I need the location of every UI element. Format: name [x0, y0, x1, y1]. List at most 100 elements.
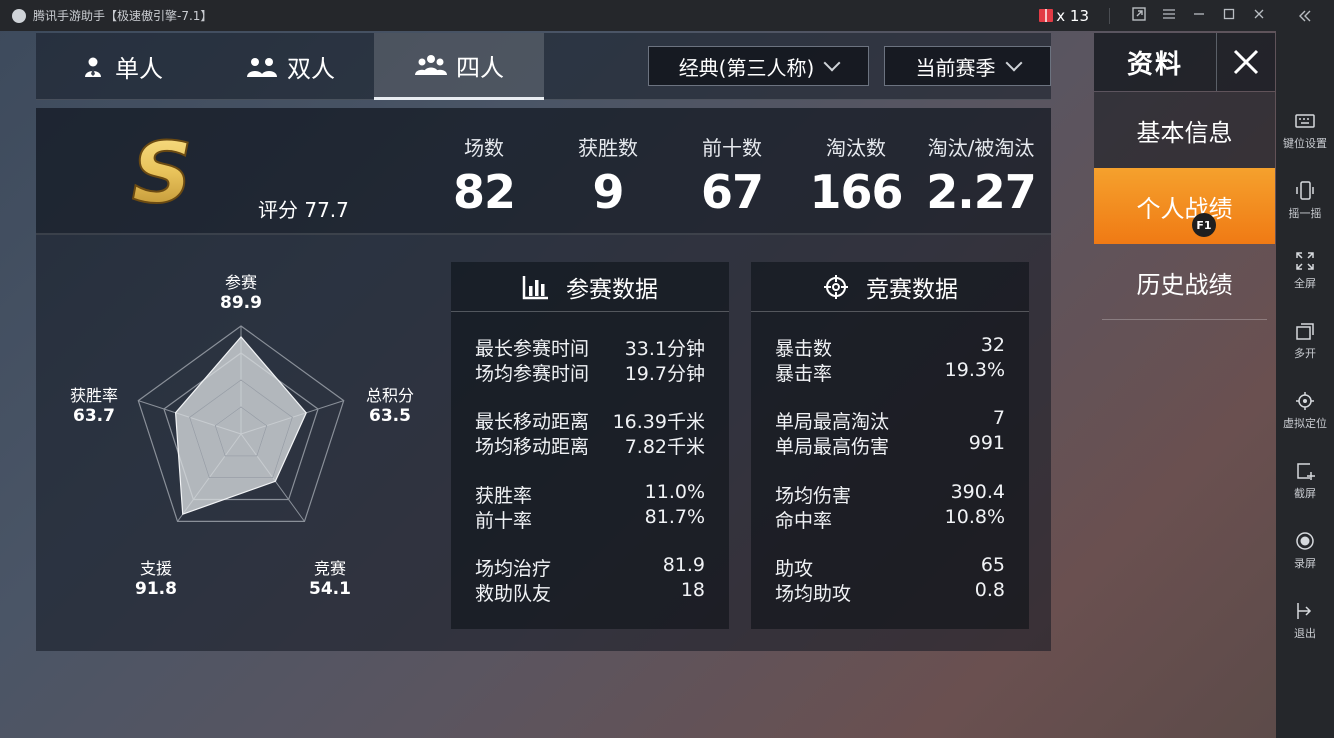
- row-value: 81.7%: [644, 506, 705, 528]
- stat-kills: 淘汰数 166: [791, 132, 921, 219]
- radar-axis-value: 54.1: [309, 579, 351, 599]
- gift-icon: [1039, 9, 1054, 22]
- close-window-button[interactable]: [1244, 8, 1274, 24]
- bar-chart-icon: [522, 275, 548, 299]
- stat-row: 命中率 10.8%: [775, 506, 1005, 533]
- stat-top10: 前十数 67: [667, 132, 797, 219]
- radar-axis-name: 竞赛: [313, 559, 346, 578]
- rating-score: 评分 77.7: [258, 198, 349, 222]
- menu-icon: [1163, 8, 1175, 19]
- stat-row: 最长参赛时间 33.1分钟: [475, 334, 705, 361]
- profile-panel: 资料 基本信息 个人战绩 F1 历史战绩: [1094, 33, 1275, 738]
- sidebar-label: 录屏: [1294, 557, 1316, 570]
- mode-select[interactable]: 经典(第三人称): [648, 46, 869, 86]
- nav-personal-record[interactable]: 个人战绩 F1: [1094, 168, 1275, 244]
- row-label: 场均伤害: [775, 485, 852, 507]
- tab-duo[interactable]: 双人: [206, 33, 374, 100]
- nav-history-record[interactable]: 历史战绩: [1094, 244, 1275, 320]
- sidebar-exit-button[interactable]: 退出: [1276, 600, 1334, 641]
- stat-value: 82: [452, 165, 516, 219]
- radar-label-combat: 竞赛 54.1: [285, 555, 375, 599]
- window-title: 腾讯手游助手【极速傲引擎-7.1】: [33, 9, 213, 23]
- row-value: 16.39千米: [612, 411, 705, 433]
- row-label: 最长参赛时间: [475, 338, 590, 360]
- stat-wins: 获胜数 9: [543, 132, 673, 219]
- stat-row: 场均治疗 81.9: [475, 554, 705, 581]
- season-select[interactable]: 当前赛季: [884, 46, 1051, 86]
- row-value: 7: [992, 407, 1005, 429]
- sidebar-label: 全屏: [1294, 277, 1316, 290]
- profile-panel-header: 资料: [1094, 33, 1275, 91]
- radar-axis-name: 获胜率: [69, 386, 118, 405]
- stat-row: 助攻 65: [775, 554, 1005, 581]
- menu-button[interactable]: [1154, 8, 1184, 24]
- row-value: 390.4: [950, 481, 1005, 503]
- sidebar-label: 摇一摇: [1288, 207, 1322, 220]
- nav-basic-info[interactable]: 基本信息: [1094, 92, 1275, 168]
- sidebar-multi-instance-button[interactable]: 多开: [1276, 320, 1334, 361]
- row-label: 暴击率: [775, 363, 833, 385]
- duo-icon: [247, 57, 277, 77]
- chevron-down-icon: [823, 54, 841, 72]
- stat-value: 166: [809, 165, 903, 219]
- mode-tabbar: 单人 双人 四人 经典(第三人称) 当前赛季: [36, 33, 1051, 100]
- close-icon: [1254, 9, 1264, 18]
- collapse-sidebar-button[interactable]: [1276, 0, 1334, 31]
- stat-value: 9: [592, 165, 624, 219]
- stat-kd-ratio: 淘汰/被淘汰 2.27: [916, 132, 1046, 219]
- radar-value-area: [174, 335, 307, 516]
- sidebar-location-button[interactable]: 虚拟定位: [1276, 390, 1334, 431]
- exit-icon: [1297, 603, 1312, 619]
- tab-label: 单人: [115, 55, 163, 83]
- sidebar-record-button[interactable]: 录屏: [1276, 530, 1334, 571]
- sidebar-shake-button[interactable]: 摇一摇: [1276, 180, 1334, 221]
- radar-label-total-score: 总积分 63.5: [345, 382, 435, 426]
- participation-panel-header: 参赛数据: [451, 262, 729, 312]
- stat-row: 获胜率 11.0%: [475, 481, 705, 508]
- sidebar-label: 多开: [1294, 347, 1316, 360]
- ability-radar: 参赛 89.9 总积分 63.5 竞赛 54.1 支援 91.8 获胜率 63.…: [36, 237, 446, 651]
- stat-label: 淘汰/被淘汰: [927, 136, 1035, 160]
- sidebar-label: 截屏: [1294, 487, 1316, 500]
- tab-squad[interactable]: 四人: [374, 33, 544, 100]
- keyboard-icon: [1295, 114, 1315, 128]
- combat-panel-header: 竞赛数据: [751, 262, 1029, 312]
- squad-icon: [415, 55, 447, 75]
- gift-count: x 13: [1056, 6, 1089, 25]
- rank-letter: S: [132, 130, 193, 214]
- location-icon: [1296, 392, 1314, 410]
- row-label: 救助队友: [475, 583, 552, 605]
- stat-row: 场均伤害 390.4: [775, 481, 1005, 508]
- row-value: 18: [680, 579, 705, 601]
- sidebar-screenshot-button[interactable]: 截屏: [1276, 460, 1334, 501]
- combat-panel: 竞赛数据 暴击数 32 暴击率 19.3% 单局最高淘汰 7 单局最高伤害 991 场均…: [751, 262, 1029, 629]
- stat-row: 场均助攻 0.8: [775, 579, 1005, 606]
- radar-axis-name: 总积分: [365, 386, 414, 405]
- nav-label: 个人战绩: [1136, 194, 1233, 223]
- radar-label-participation: 参赛 89.9: [196, 269, 286, 313]
- stat-row: 单局最高伤害 991: [775, 432, 1005, 459]
- stats-main: S 评分 77.7 场数 82 获胜数 9 前十数 67 淘汰数 166 淘汰/…: [36, 108, 1051, 651]
- radar-axis-value: 63.7: [73, 406, 115, 426]
- sidebar-keymap-button[interactable]: 键位设置: [1276, 110, 1334, 151]
- minimize-button[interactable]: [1184, 8, 1214, 24]
- maximize-button[interactable]: [1214, 8, 1244, 24]
- sidebar-label: 虚拟定位: [1283, 417, 1327, 430]
- gift-button[interactable]: x 13: [1039, 7, 1089, 25]
- tab-solo[interactable]: 单人: [36, 33, 206, 100]
- radar-axis-value: 91.8: [135, 579, 177, 599]
- stat-label: 场数: [464, 136, 504, 160]
- panel-title: 参赛数据: [566, 276, 658, 303]
- stat-row: 场均参赛时间 19.7分钟: [475, 359, 705, 386]
- pin-button[interactable]: [1124, 6, 1154, 25]
- row-label: 暴击数: [775, 338, 833, 360]
- close-panel-button[interactable]: [1216, 33, 1275, 91]
- row-value: 991: [968, 432, 1005, 454]
- sidebar-fullscreen-button[interactable]: 全屏: [1276, 250, 1334, 291]
- row-label: 单局最高伤害: [775, 436, 890, 458]
- nav-divider: [1102, 319, 1267, 320]
- row-label: 场均参赛时间: [475, 363, 590, 385]
- row-label: 助攻: [775, 558, 814, 580]
- emulator-sidebar: 键位设置 摇一摇 全屏 多开 虚拟定位 截屏 录屏 退出: [1276, 0, 1334, 738]
- row-label: 单局最高淘汰: [775, 411, 890, 433]
